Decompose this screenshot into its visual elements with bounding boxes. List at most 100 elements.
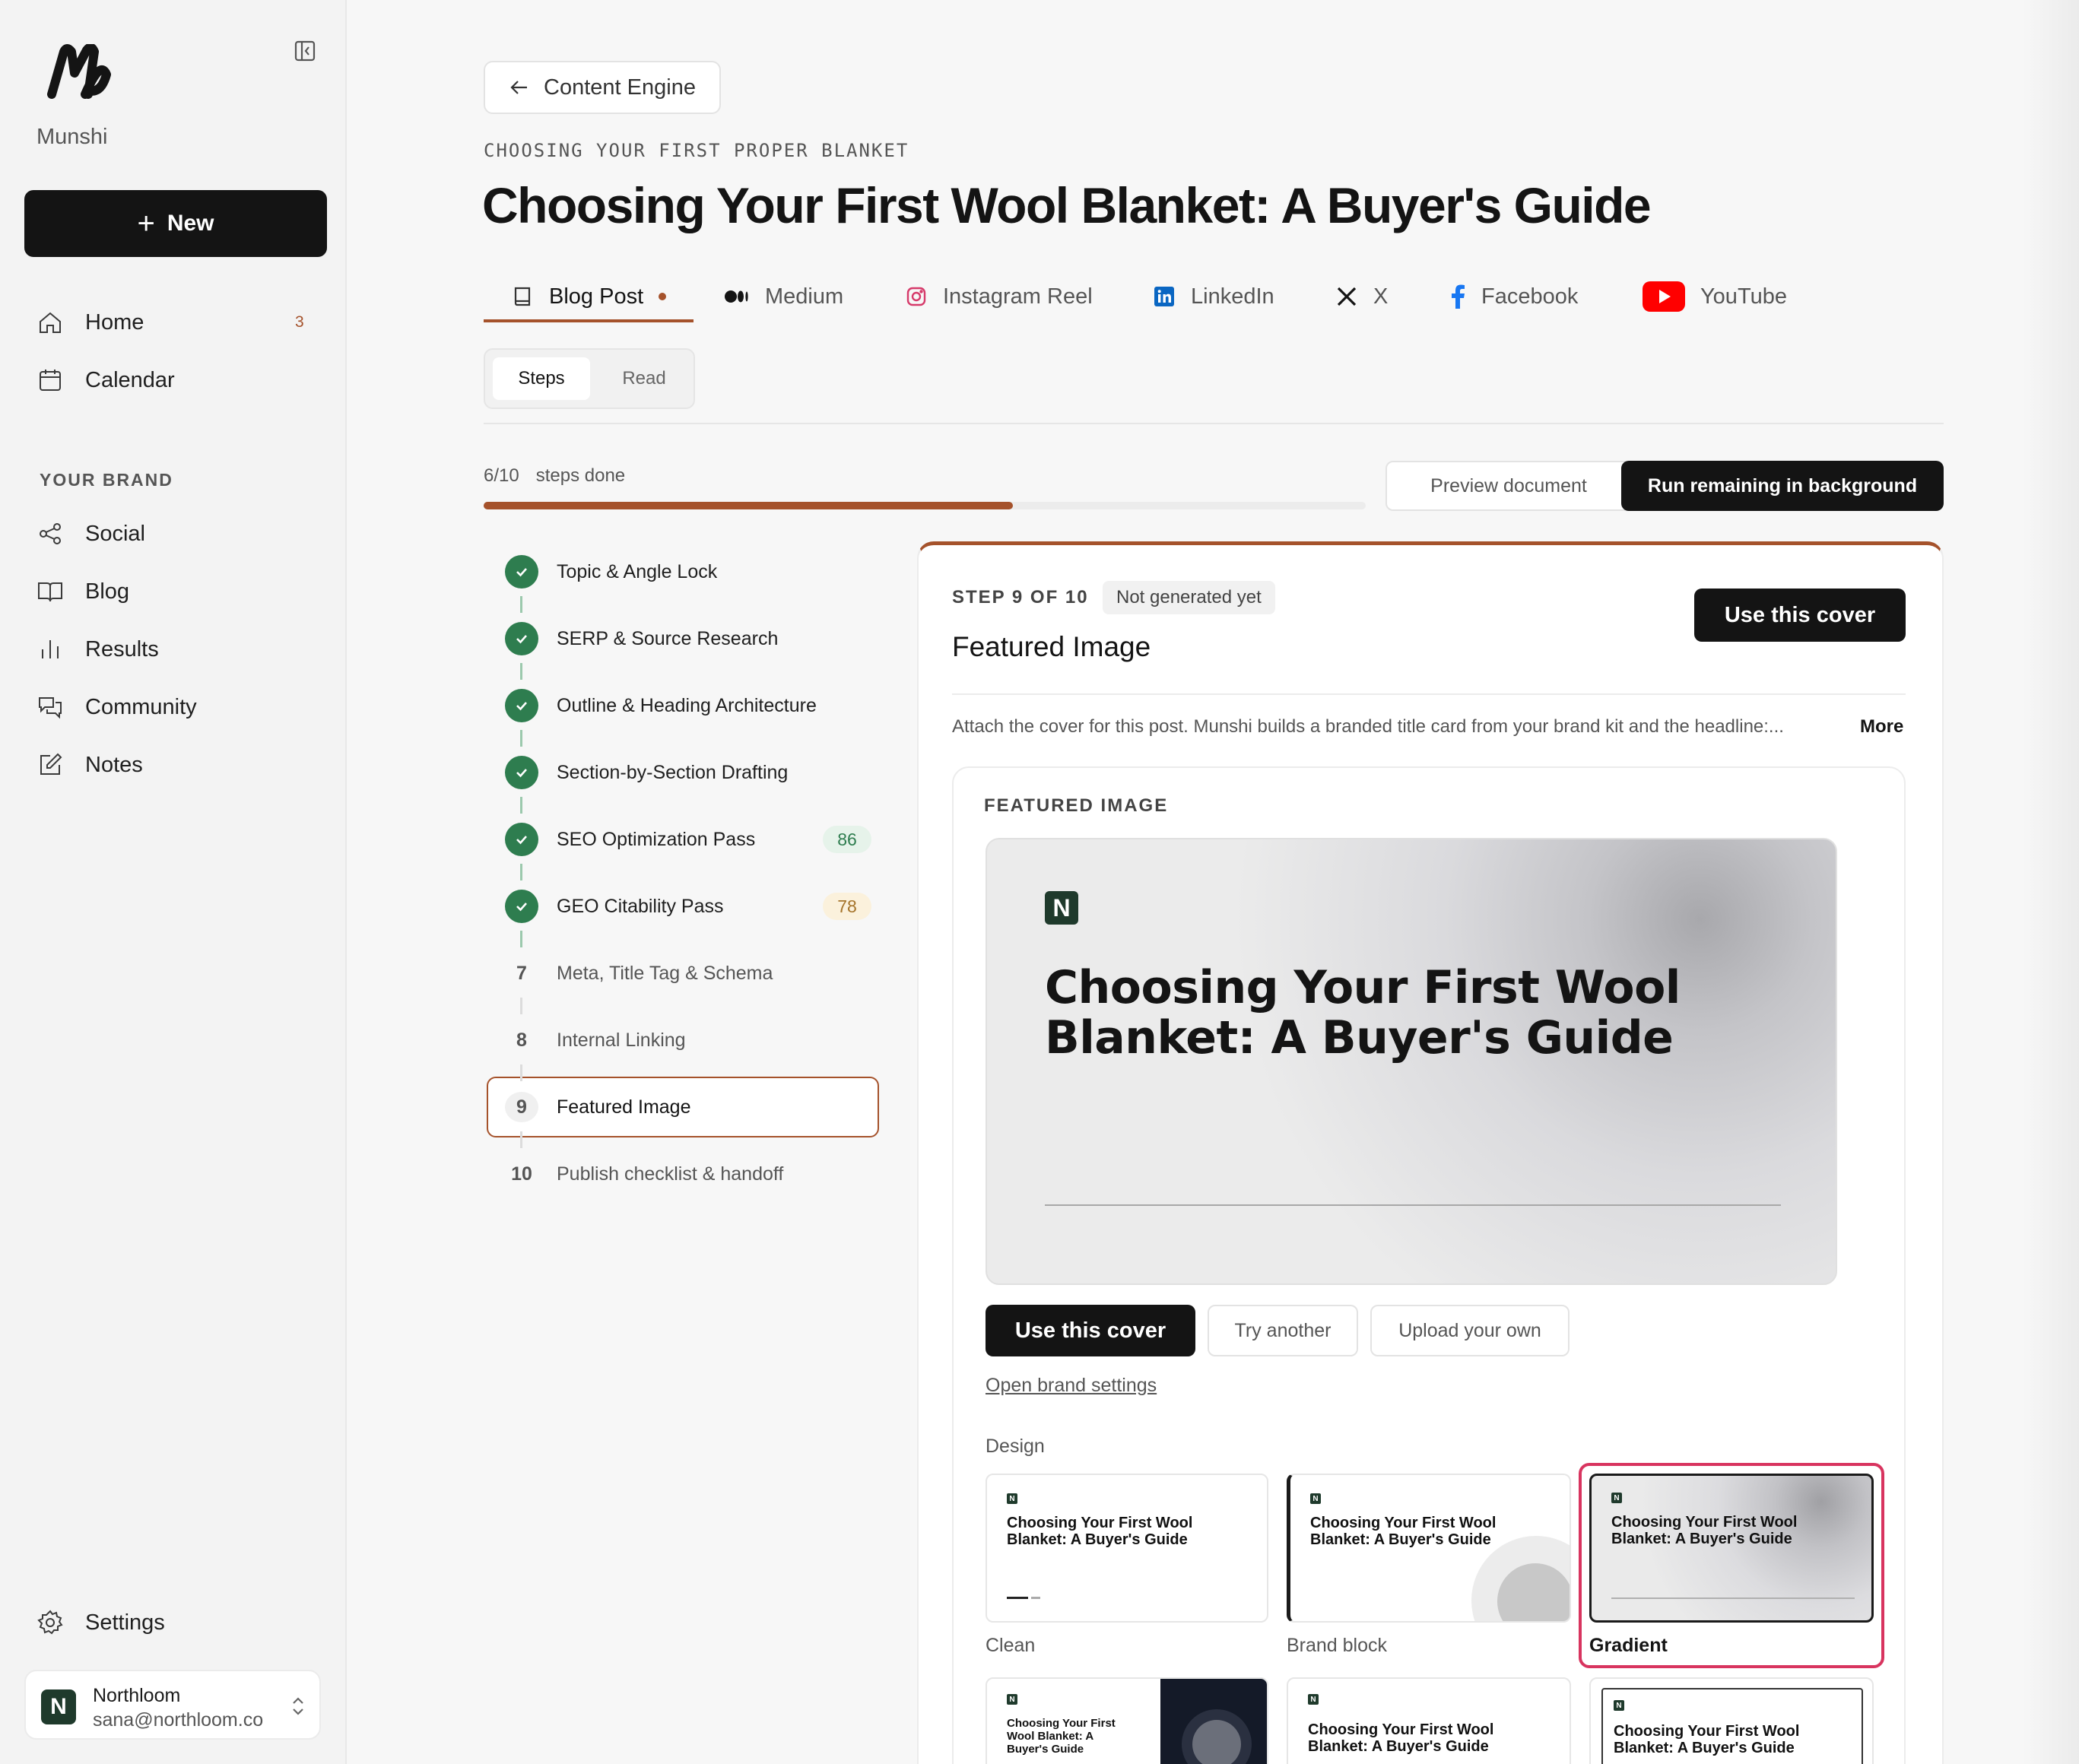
- step-connector: [520, 797, 522, 814]
- step-label: Section-by-Section Drafting: [557, 761, 789, 783]
- step-item[interactable]: 8 Internal Linking: [505, 1017, 885, 1063]
- facebook-icon: [1452, 284, 1465, 309]
- design-framed[interactable]: N Choosing Your First Wool Blanket: A Bu…: [1589, 1677, 1874, 1764]
- brand-logo-icon: N: [1310, 1493, 1321, 1504]
- view-toggle: Steps Read: [484, 348, 695, 409]
- collapse-sidebar-icon[interactable]: [294, 40, 316, 62]
- step-label: SEO Optimization Pass: [557, 828, 756, 850]
- step-connector: [520, 931, 522, 947]
- unsaved-dot: [659, 293, 667, 300]
- step-connector: [520, 1064, 522, 1081]
- step-label: SERP & Source Research: [557, 627, 779, 649]
- tab-blog-post[interactable]: Blog Post: [511, 274, 667, 319]
- book-icon: [514, 287, 531, 306]
- brand-heading: YOUR BRAND: [40, 470, 173, 490]
- design-clean[interactable]: N Choosing Your First Wool Blanket: A Bu…: [986, 1474, 1268, 1623]
- step-item[interactable]: Topic & Angle Lock: [505, 549, 885, 595]
- calendar-icon: [40, 370, 61, 391]
- progress-count: 6/10: [484, 465, 519, 486]
- design-gradient-label: Gradient: [1589, 1635, 1668, 1656]
- sidebar-item-results[interactable]: Results: [37, 627, 325, 672]
- brand-logo-icon: N: [1007, 1493, 1017, 1504]
- gear-icon: [37, 1610, 63, 1635]
- account-switcher[interactable]: N Northloom sana@northloom.co: [24, 1670, 321, 1740]
- divider: [484, 423, 1944, 424]
- preview-document-button[interactable]: Preview document: [1385, 461, 1632, 511]
- panel-description: Attach the cover for this post. Munshi b…: [952, 716, 1784, 737]
- plus-icon: +: [137, 207, 155, 240]
- design-minimal[interactable]: N Choosing Your First Wool Blanket: A Bu…: [1287, 1677, 1571, 1764]
- account-email: sana@northloom.co: [93, 1709, 264, 1731]
- accent-dash: [1007, 1597, 1028, 1599]
- eyebrow: CHOOSING YOUR FIRST PROPER BLANKET: [484, 140, 909, 161]
- step-connector: [520, 1131, 522, 1148]
- sidebar-item-calendar[interactable]: Calendar: [37, 357, 325, 403]
- tab-instagram-reel[interactable]: Instagram Reel: [905, 274, 1093, 319]
- back-to-content-engine-button[interactable]: Content Engine: [484, 61, 721, 114]
- step-connector: [520, 730, 522, 747]
- design-split-dark[interactable]: N Choosing Your First Wool Blanket: A Bu…: [986, 1677, 1268, 1764]
- use-cover-header-button[interactable]: Use this cover: [1694, 589, 1906, 642]
- check-icon: [505, 756, 538, 789]
- step-item[interactable]: 7 Meta, Title Tag & Schema: [505, 950, 885, 996]
- linkedin-icon: [1154, 287, 1174, 306]
- step-item[interactable]: 10 Publish checklist & handoff: [505, 1151, 885, 1197]
- check-icon: [505, 823, 538, 856]
- step-item[interactable]: SEO Optimization Pass 86: [505, 817, 885, 862]
- sidebar-item-notes[interactable]: Notes: [37, 742, 325, 788]
- sidebar-item-community[interactable]: Community: [37, 684, 325, 730]
- use-cover-button[interactable]: Use this cover: [986, 1305, 1195, 1356]
- tab-x[interactable]: X: [1335, 274, 1388, 319]
- step-label: GEO Citability Pass: [557, 895, 724, 917]
- tab-facebook[interactable]: Facebook: [1449, 274, 1578, 319]
- brand-avatar: N: [41, 1689, 76, 1724]
- step-item[interactable]: SERP & Source Research: [505, 616, 885, 662]
- check-icon: [505, 622, 538, 655]
- score-badge: 86: [823, 826, 871, 853]
- brand-logo-icon: N: [1611, 1493, 1622, 1503]
- step-item[interactable]: Outline & Heading Architecture: [505, 683, 885, 728]
- more-link[interactable]: More: [1860, 716, 1903, 738]
- step-label: Meta, Title Tag & Schema: [557, 962, 773, 984]
- tab-medium[interactable]: Medium: [724, 274, 843, 319]
- design-gradient[interactable]: N Choosing Your First Wool Blanket: A Bu…: [1589, 1474, 1874, 1623]
- step-connector: [520, 663, 522, 680]
- chevron-updown-icon: [293, 1697, 303, 1715]
- step-label: STEP 9 OF 10: [952, 587, 1089, 608]
- score-badge: 78: [823, 893, 871, 920]
- toggle-read[interactable]: Read: [599, 357, 689, 400]
- page-title: Choosing Your First Wool Blanket: A Buye…: [482, 177, 1652, 233]
- bar-chart-icon: [42, 640, 59, 658]
- run-remaining-button[interactable]: Run remaining in background: [1621, 461, 1944, 511]
- sidebar-item-social[interactable]: Social: [37, 511, 325, 557]
- step-item[interactable]: 9 Featured Image: [505, 1084, 885, 1130]
- brand-logo-icon: N: [1308, 1694, 1319, 1705]
- toggle-steps[interactable]: Steps: [493, 357, 590, 400]
- share-icon: [40, 523, 61, 544]
- sidebar-item-home[interactable]: Home 3: [37, 300, 325, 345]
- try-another-button[interactable]: Try another: [1208, 1305, 1358, 1356]
- app-name: Munshi: [37, 125, 108, 149]
- step-connector: [520, 596, 522, 613]
- tab-youtube[interactable]: YouTube: [1643, 274, 1787, 319]
- sidebar-item-settings[interactable]: Settings: [37, 1600, 325, 1645]
- step-connector: [520, 864, 522, 880]
- preview-brand-logo: N: [1045, 891, 1078, 925]
- step-item[interactable]: Section-by-Section Drafting: [505, 750, 885, 795]
- step-number: 9: [505, 1092, 538, 1122]
- sidebar: [0, 0, 347, 1764]
- youtube-icon: [1643, 281, 1685, 312]
- step-item[interactable]: GEO Citability Pass 78: [505, 884, 885, 929]
- open-brand-settings-link[interactable]: Open brand settings: [986, 1375, 1157, 1397]
- upload-own-button[interactable]: Upload your own: [1370, 1305, 1570, 1356]
- step-number: 10: [511, 1163, 532, 1185]
- munshi-logo[interactable]: [47, 43, 116, 99]
- sidebar-item-blog[interactable]: Blog: [37, 569, 325, 614]
- design-brand-block[interactable]: N Choosing Your First Wool Blanket: A Bu…: [1287, 1474, 1571, 1623]
- panel-divider: [952, 693, 1906, 695]
- tab-linkedin[interactable]: LinkedIn: [1153, 274, 1274, 319]
- step-connector: [520, 998, 522, 1014]
- card-heading: FEATURED IMAGE: [984, 795, 1169, 816]
- new-button[interactable]: + New: [24, 190, 327, 257]
- edit-note-icon: [40, 753, 62, 775]
